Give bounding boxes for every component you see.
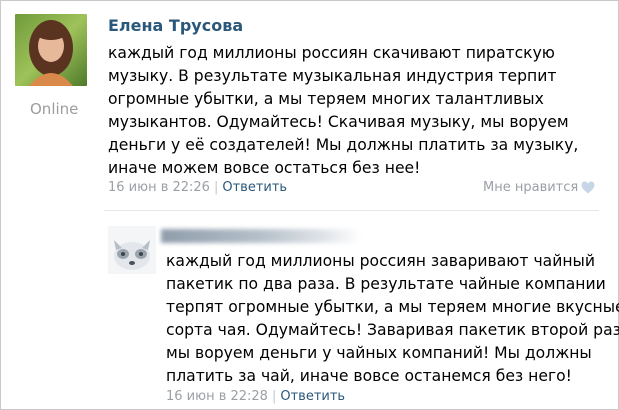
heart-icon — [581, 181, 595, 198]
reply-author-name-blurred[interactable] — [161, 229, 361, 243]
reply-date-link[interactable]: 16 июн в 22:28 — [166, 389, 268, 404]
author-name-link[interactable]: Елена Трусова — [108, 16, 243, 35]
meta-separator: | — [213, 180, 219, 195]
post-text-line: деньги у её создателей! Мы должны платит… — [108, 136, 579, 154]
post-text-line: музыкантов. Одумайтесь! Скачивая музыку,… — [108, 113, 569, 131]
author-avatar[interactable] — [15, 14, 87, 86]
reply-text-line: платить за чай, иначе вовсе останемся бе… — [166, 367, 572, 385]
post-meta: 16 июн в 22:26 | Ответить — [108, 180, 287, 195]
meta-separator: | — [271, 389, 277, 404]
reply-text-line: мы воруем деньги у чайных компаний! Мы д… — [166, 344, 592, 362]
reply-avatar[interactable] — [108, 226, 156, 274]
post-date-link[interactable]: 16 июн в 22:26 — [108, 180, 210, 195]
reply-text-line: сорта чая. Одумайтесь! Заваривая пакетик… — [166, 321, 619, 339]
reply-meta: 16 июн в 22:28 | Ответить — [166, 389, 345, 404]
reply-text-line: каждый год миллионы россиян заваривают ч… — [166, 252, 595, 270]
thread-divider — [104, 210, 599, 211]
reply-link[interactable]: Ответить — [280, 389, 345, 404]
post-text-line: огромные убытки, а мы теряем многих тала… — [108, 90, 544, 108]
post-text-line: каждый год миллионы россиян скачивают пи… — [108, 44, 555, 62]
post-text-line: музыку. В результате музыкальная индустр… — [108, 67, 557, 85]
post-text-line: иначе можем вовсе остаться без нее! — [108, 159, 421, 177]
post-text: каждый год миллионы россиян скачивают пи… — [108, 42, 598, 180]
like-button[interactable]: Мне нравится — [483, 180, 595, 198]
like-label: Мне нравится — [483, 180, 579, 195]
reply-text-line: терпят огромные убытки, а мы теряем мног… — [166, 298, 619, 316]
reply-text: каждый год миллионы россиян заваривают ч… — [166, 250, 619, 388]
reply-text-line: пакетик по два раза. В результате чайные… — [166, 275, 606, 293]
online-status: Online — [30, 100, 79, 118]
reply-link[interactable]: Ответить — [222, 180, 287, 195]
